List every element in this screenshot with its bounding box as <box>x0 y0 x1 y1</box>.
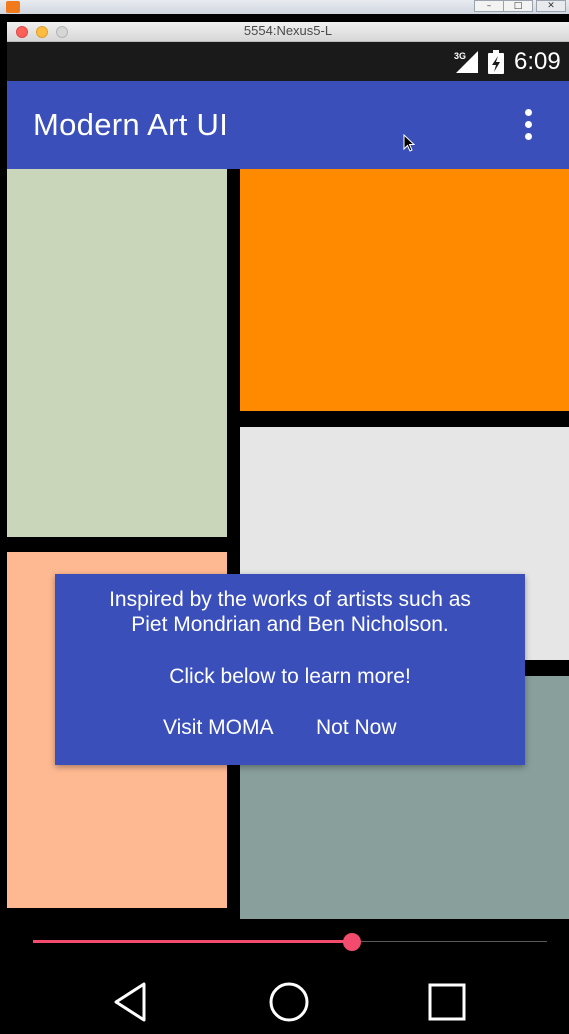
recents-icon[interactable] <box>425 980 469 1024</box>
mouse-pointer-icon <box>403 134 415 152</box>
color-seekbar[interactable] <box>7 919 569 964</box>
window-title: 5554:Nexus5-L <box>243 23 333 38</box>
host-minimize-button[interactable]: – <box>474 0 504 12</box>
host-close-button[interactable]: ✕ <box>536 0 566 12</box>
app-bar: Modern Art UI <box>7 81 569 169</box>
window-title-bar: 5554:Nexus5-L <box>7 22 569 42</box>
host-taskbar: – □ ✕ <box>0 0 569 14</box>
overflow-menu-icon[interactable] <box>516 107 540 143</box>
not-now-button[interactable]: Not Now <box>316 716 397 740</box>
status-time: 6:09 <box>514 48 561 75</box>
home-icon[interactable] <box>267 980 311 1024</box>
signal-3g-icon: 3G <box>454 51 478 73</box>
emulator-app-icon <box>6 1 20 13</box>
art-block-orange <box>240 169 569 411</box>
battery-charging-icon <box>488 50 504 74</box>
emulator-screen: 3G 6:09 Modern Art UI Inspired by the wo… <box>7 42 569 1034</box>
app-title: Modern Art UI <box>33 107 229 142</box>
more-info-dialog: Inspired by the works of artists such as… <box>55 574 525 765</box>
back-icon[interactable] <box>110 980 154 1024</box>
network-type-label: 3G <box>454 51 466 61</box>
host-maximize-button[interactable]: □ <box>503 0 533 12</box>
seekbar-thumb[interactable] <box>343 933 361 951</box>
visit-moma-button[interactable]: Visit MOMA <box>163 716 273 740</box>
navigation-bar <box>7 964 569 1034</box>
dialog-message-line-3: Click below to learn more! <box>169 665 411 688</box>
status-bar: 3G 6:09 <box>7 42 569 81</box>
dialog-message-line-1: Inspired by the works of artists such as <box>109 588 471 611</box>
art-block-sage <box>7 169 227 537</box>
mondrian-art-canvas: Inspired by the works of artists such as… <box>7 169 569 919</box>
seekbar-progress <box>33 940 352 943</box>
dialog-message-line-2: Piet Mondrian and Ben Nicholson. <box>131 613 449 636</box>
